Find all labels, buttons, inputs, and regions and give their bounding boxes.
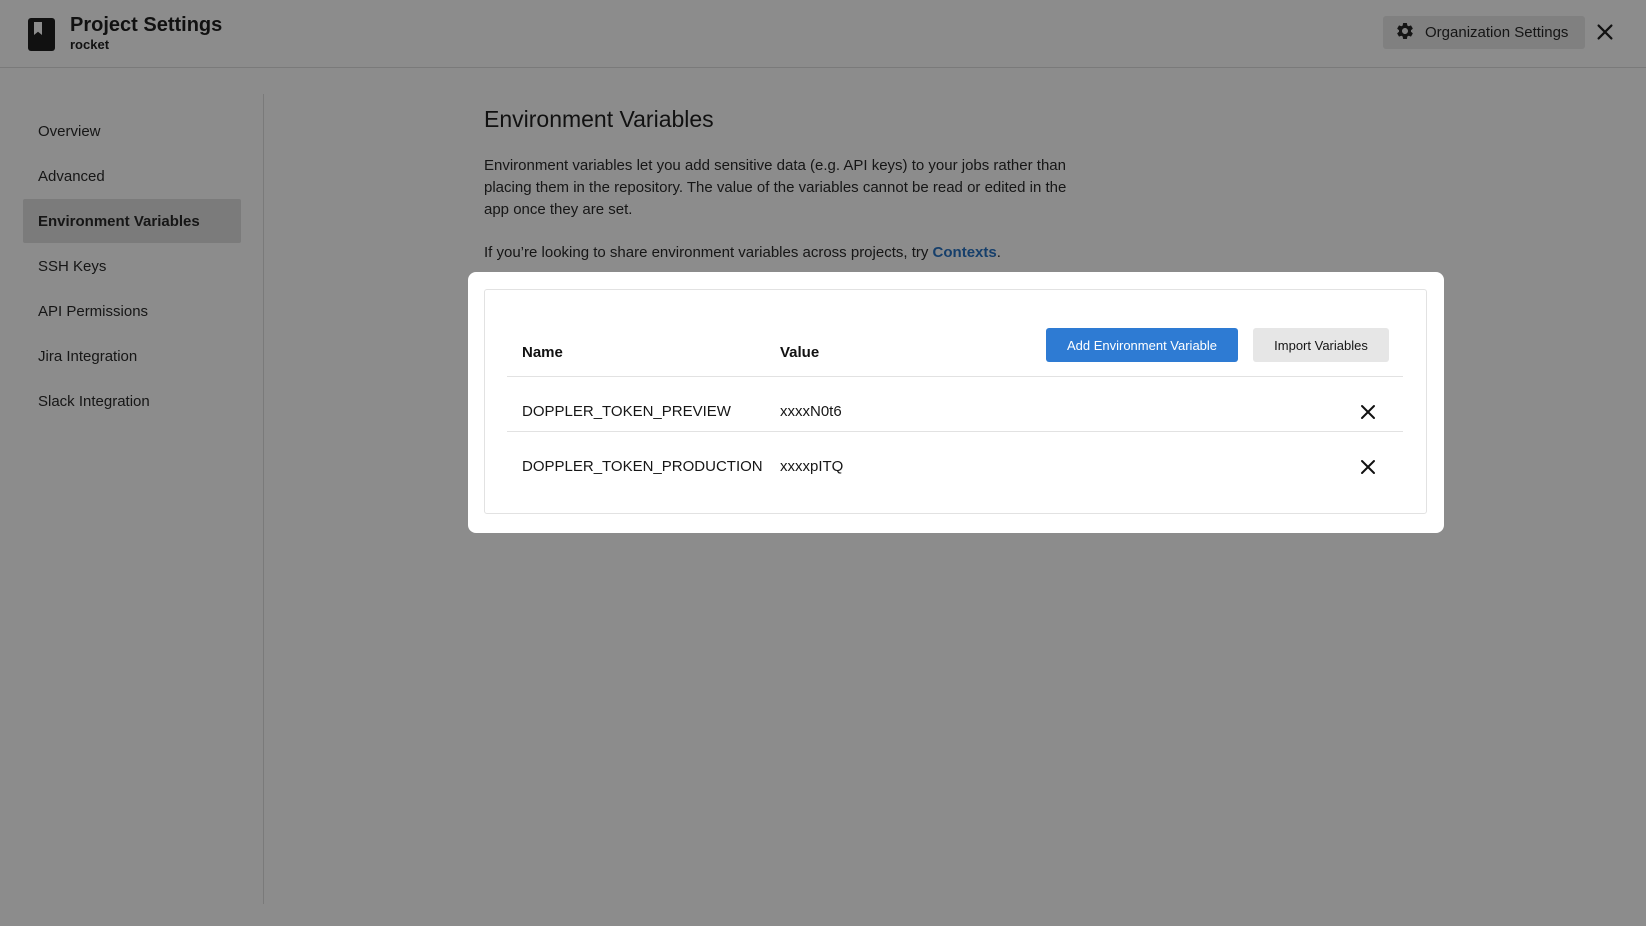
sidebar-item-overview[interactable]: Overview [23, 109, 241, 153]
section-heading: Environment Variables [484, 106, 714, 132]
variable-name: DOPPLER_TOKEN_PREVIEW [522, 403, 731, 420]
variable-value: xxxxN0t6 [780, 403, 842, 420]
contexts-link[interactable]: Contexts [933, 244, 997, 261]
organization-settings-label: Organization Settings [1425, 24, 1569, 41]
column-header-value: Value [780, 344, 820, 361]
top-bar: Project Settings rocket Organization Set… [0, 0, 1646, 68]
sidebar-item-advanced[interactable]: Advanced [23, 154, 241, 198]
share-hint-suffix: . [996, 244, 1001, 261]
gear-icon [1395, 21, 1415, 45]
sidebar-divider [263, 94, 264, 904]
close-icon[interactable] [1594, 21, 1616, 43]
sidebar-item-jira-integration[interactable]: Jira Integration [23, 334, 241, 378]
share-hint: If you’re looking to share environment v… [484, 244, 1001, 261]
sidebar-item-api-permissions[interactable]: API Permissions [23, 289, 241, 333]
header-divider [507, 376, 1403, 377]
sidebar-item-slack-integration[interactable]: Slack Integration [23, 379, 241, 423]
variable-name: DOPPLER_TOKEN_PRODUCTION [522, 458, 763, 475]
share-hint-text: If you’re looking to share environment v… [484, 244, 929, 261]
variable-value: xxxxpITQ [780, 458, 844, 475]
page-title: Project Settings [70, 14, 223, 36]
organization-settings-button[interactable]: Organization Settings [1383, 16, 1585, 49]
env-vars-table: Name Value Add Environment Variable Impo… [484, 289, 1427, 514]
sidebar-item-environment-variables[interactable]: Environment Variables [23, 199, 241, 243]
row-divider [507, 431, 1403, 432]
sidebar-item-ssh-keys[interactable]: SSH Keys [23, 244, 241, 288]
import-variables-button[interactable]: Import Variables [1253, 328, 1389, 362]
project-name: rocket [70, 37, 110, 52]
bookmark-icon [28, 18, 55, 51]
env-vars-card: Name Value Add Environment Variable Impo… [468, 272, 1444, 533]
column-header-name: Name [522, 344, 563, 361]
add-environment-variable-button[interactable]: Add Environment Variable [1046, 328, 1238, 362]
delete-variable-icon[interactable] [1360, 459, 1376, 475]
delete-variable-icon[interactable] [1360, 404, 1376, 420]
section-description: Environment variables let you add sensit… [484, 157, 1067, 218]
